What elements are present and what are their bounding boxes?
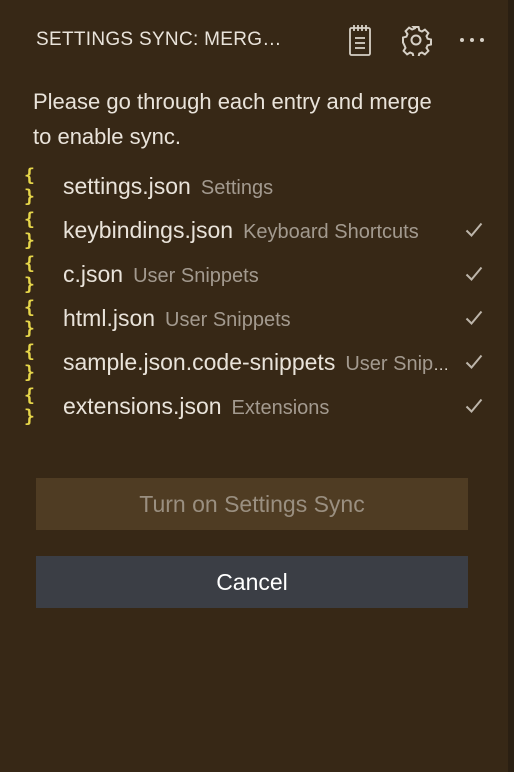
entry-filename: extensions.json — [63, 392, 222, 419]
entry-description: User Snippets — [133, 264, 259, 287]
entry-description: Extensions — [231, 396, 330, 419]
header-actions — [324, 20, 492, 60]
json-braces-icon: { } — [24, 341, 36, 383]
ellipsis-icon — [460, 38, 484, 42]
checkmark-icon — [464, 220, 484, 240]
turn-on-settings-sync-button[interactable]: Turn on Settings Sync — [36, 478, 468, 530]
merge-entries-list: { } settings.json Settings { } keybinding… — [0, 164, 508, 428]
view-header: SETTINGS SYNC: MERGES — [36, 18, 492, 62]
gear-icon — [402, 26, 432, 56]
entry-filename: settings.json — [63, 172, 191, 199]
entry-label: c.json User Snippets — [63, 261, 450, 288]
view-title: SETTINGS SYNC: MERGES — [36, 29, 288, 50]
entry-label: extensions.json Extensions — [63, 393, 450, 420]
entry-label: sample.json.code-snippets User Snippets — [63, 349, 450, 376]
entry-c[interactable]: { } c.json User Snippets — [0, 252, 508, 296]
merge-description: Please go through each entry and merge t… — [33, 89, 432, 149]
entry-filename: sample.json.code-snippets — [63, 348, 336, 375]
entry-html[interactable]: { } html.json User Snippets — [0, 296, 508, 340]
json-braces-icon: { } — [24, 297, 36, 339]
checkmark-icon — [464, 308, 484, 328]
entry-settings[interactable]: { } settings.json Settings — [0, 164, 508, 208]
settings-action-button[interactable] — [396, 20, 436, 60]
entry-description: User Snippets — [165, 308, 291, 331]
entry-filename: html.json — [63, 304, 156, 331]
more-actions-button[interactable] — [452, 20, 492, 60]
json-braces-icon: { } — [24, 385, 36, 427]
checkmark-icon — [464, 352, 484, 372]
json-braces-icon: { } — [24, 253, 36, 295]
entry-label: keybindings.json Keyboard Shortcuts — [63, 217, 450, 244]
entry-sample-snippets[interactable]: { } sample.json.code-snippets User Snippe… — [0, 340, 508, 384]
entry-description: Keyboard Shortcuts — [243, 220, 419, 243]
entry-label: html.json User Snippets — [63, 305, 450, 332]
entry-extensions[interactable]: { } extensions.json Extensions — [0, 384, 508, 428]
cancel-button[interactable]: Cancel — [36, 556, 468, 608]
entry-description: User Snippets — [345, 352, 450, 375]
notebook-icon — [349, 25, 371, 56]
checkmark-icon — [464, 264, 484, 284]
entry-keybindings[interactable]: { } keybindings.json Keyboard Shortcuts — [0, 208, 508, 252]
json-braces-icon: { } — [24, 209, 36, 251]
json-braces-icon: { } — [24, 165, 36, 207]
entry-label: settings.json Settings — [63, 173, 450, 200]
panel-edge — [508, 0, 514, 772]
notebook-action-button[interactable] — [340, 20, 380, 60]
entry-filename: keybindings.json — [63, 216, 234, 243]
checkmark-icon — [464, 396, 484, 416]
entry-description: Settings — [200, 176, 274, 199]
entry-filename: c.json — [63, 260, 124, 287]
